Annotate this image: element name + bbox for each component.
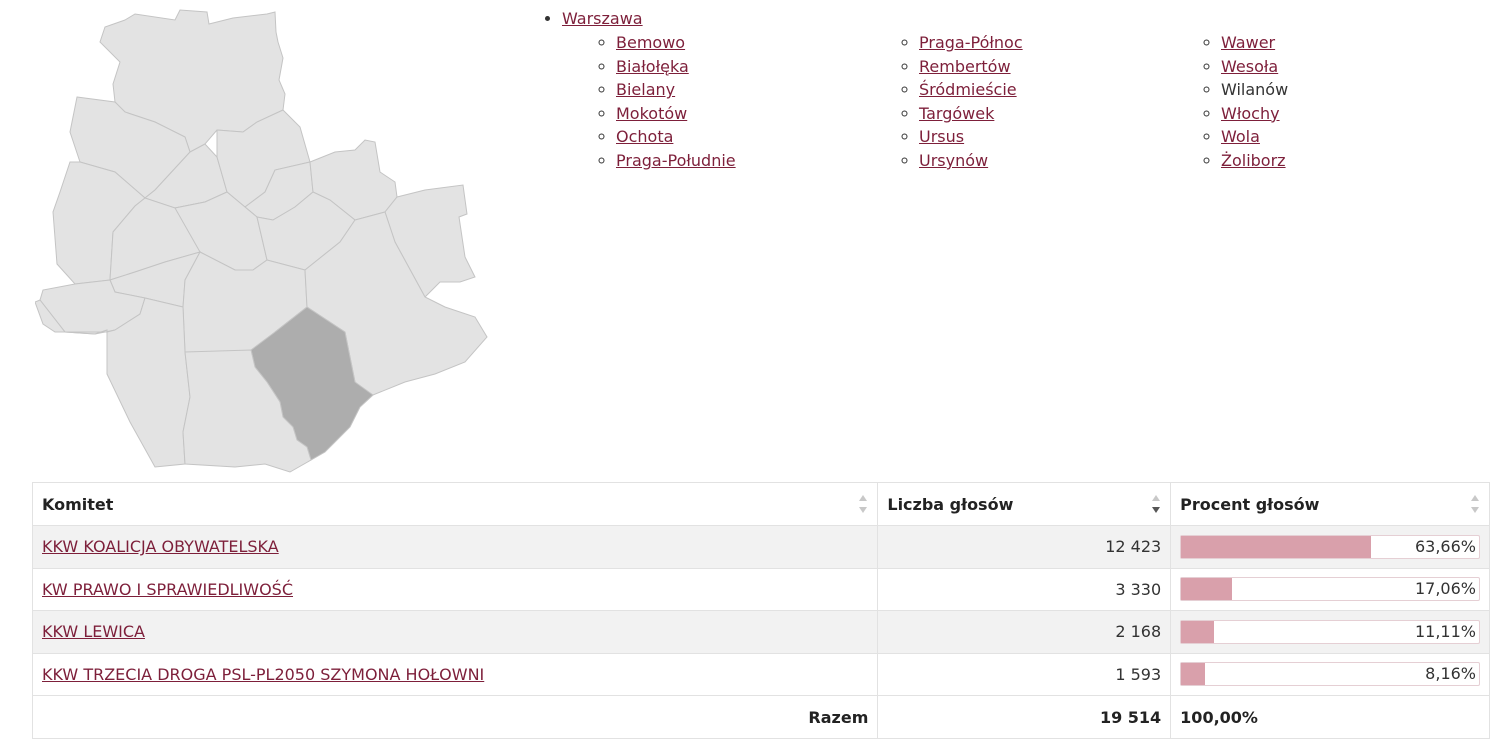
committee-cell: KKW LEWICA: [31, 610, 879, 654]
committee-link[interactable]: KKW LEWICA: [42, 622, 145, 641]
percent-bar: 11,11%: [1180, 619, 1480, 644]
percent-bar-fill: [1181, 578, 1232, 601]
district-link-ochota[interactable]: Ochota: [616, 127, 673, 146]
region-list: Warszawa Bemowo Białołęka Bielany Mokotów Oc…: [540, 8, 1500, 181]
header-committee[interactable]: Komitet: [31, 482, 879, 526]
votes-cell: 2 168: [877, 610, 1172, 654]
percent-value: 63,66%: [1414, 536, 1476, 556]
district-link-praga-północ[interactable]: Praga-Północ: [919, 33, 1023, 52]
header-percent-label: Procent głosów: [1180, 494, 1320, 514]
district-link-wesoła[interactable]: Wesoła: [1221, 57, 1278, 76]
table-header-row: Komitet Liczba głosów Procent głosów: [31, 482, 1490, 526]
district-list-item: Ursynów: [919, 149, 1023, 173]
table-row: KKW KOALICJA OBYWATELSKA 12 423 63,66%: [31, 525, 1490, 569]
district-map: [35, 2, 505, 480]
sort-icon: [859, 495, 868, 513]
district-list-item: Mokotów: [616, 102, 736, 126]
district-link-żoliborz[interactable]: Żoliborz: [1221, 151, 1286, 170]
percent-cell: 11,11%: [1170, 610, 1490, 654]
header-votes[interactable]: Liczba głosów: [877, 482, 1172, 526]
percent-bar-fill: [1181, 663, 1206, 686]
votes-cell: 1 593: [877, 652, 1172, 696]
district-list-item: Praga-Północ: [919, 31, 1023, 55]
district-list-item: Ochota: [616, 125, 736, 149]
district-column-3: Wawer Wesoła Wilanów Włochy Wola Żoliborz: [1203, 31, 1288, 173]
percent-cell: 17,06%: [1170, 567, 1490, 611]
district-link-praga-południe[interactable]: Praga-Południe: [616, 151, 736, 170]
header-votes-label: Liczba głosów: [887, 494, 1014, 514]
district-list-item: Żoliborz: [1221, 149, 1288, 173]
committee-link[interactable]: KKW TRZECIA DROGA PSL-PL2050 SZYMONA HOŁ…: [42, 665, 484, 684]
district-link-włochy[interactable]: Włochy: [1221, 104, 1280, 123]
district-list-item: Praga-Południe: [616, 149, 736, 173]
region-navigation: Warszawa Bemowo Białołęka Bielany Mokotów Oc…: [540, 8, 1500, 181]
committee-cell: KKW KOALICJA OBYWATELSKA: [31, 525, 879, 569]
district-list-item: Wola: [1221, 125, 1288, 149]
district-list-item: Włochy: [1221, 102, 1288, 126]
district-list-item: Wilanów: [1221, 78, 1288, 102]
percent-bar: 63,66%: [1180, 534, 1480, 559]
warsaw-map-svg: [35, 9, 488, 473]
district-list-item: Wawer: [1221, 31, 1288, 55]
header-committee-label: Komitet: [42, 494, 114, 514]
district-list-item: Bemowo: [616, 31, 736, 55]
district-link-wola[interactable]: Wola: [1221, 127, 1260, 146]
district-column-1: Bemowo Białołęka Bielany Mokotów Ochota Praga…: [598, 31, 736, 173]
percent-value: 8,16%: [1425, 664, 1476, 684]
committee-cell: KKW TRZECIA DROGA PSL-PL2050 SZYMONA HOŁ…: [31, 652, 879, 696]
district-link-ursus[interactable]: Ursus: [919, 127, 964, 146]
total-row: Razem 19 514 100,00%: [31, 695, 1490, 739]
percent-bar-fill: [1181, 535, 1371, 558]
results-table: Komitet Liczba głosów Procent głosów KKW…: [31, 482, 1490, 739]
district-link-ursynów[interactable]: Ursynów: [919, 151, 988, 170]
votes-cell: 3 330: [877, 567, 1172, 611]
sort-desc-icon: [1152, 495, 1161, 513]
district-columns: Bemowo Białołęka Bielany Mokotów Ochota Praga…: [562, 31, 1500, 181]
district-list-item: Wesoła: [1221, 55, 1288, 79]
district-list-item: Śródmieście: [919, 78, 1023, 102]
header-percent[interactable]: Procent głosów: [1170, 482, 1490, 526]
table-row: KKW TRZECIA DROGA PSL-PL2050 SZYMONA HOŁ…: [31, 652, 1490, 696]
district-link-targówek[interactable]: Targówek: [919, 104, 994, 123]
city-link-warszawa[interactable]: Warszawa: [562, 9, 643, 28]
district-link-śródmieście[interactable]: Śródmieście: [919, 80, 1017, 99]
percent-cell: 8,16%: [1170, 652, 1490, 696]
district-list-item: Białołęka: [616, 55, 736, 79]
total-percent: 100,00%: [1170, 695, 1490, 739]
district-link-rembertów[interactable]: Rembertów: [919, 57, 1011, 76]
percent-value: 17,06%: [1414, 579, 1476, 599]
total-votes: 19 514: [877, 695, 1172, 739]
region-item-warszawa: Warszawa Bemowo Białołęka Bielany Mokotów Oc…: [562, 8, 1500, 181]
percent-bar-fill: [1181, 620, 1215, 643]
district-list-item: Ursus: [919, 125, 1023, 149]
district-list-item: Rembertów: [919, 55, 1023, 79]
district-column-2: Praga-Północ Rembertów Śródmieście Targówek…: [901, 31, 1023, 173]
table-row: KKW LEWICA 2 168 11,11%: [31, 610, 1490, 654]
committee-link[interactable]: KW PRAWO I SPRAWIEDLIWOŚĆ: [42, 580, 293, 599]
district-link-białołęka[interactable]: Białołęka: [616, 57, 689, 76]
district-list-item: Targówek: [919, 102, 1023, 126]
committee-cell: KW PRAWO I SPRAWIEDLIWOŚĆ: [31, 567, 879, 611]
district-link-bielany[interactable]: Bielany: [616, 80, 675, 99]
district-list-item: Bielany: [616, 78, 736, 102]
votes-cell: 12 423: [877, 525, 1172, 569]
percent-value: 11,11%: [1414, 621, 1476, 641]
district-link-wawer[interactable]: Wawer: [1221, 33, 1275, 52]
total-label: Razem: [31, 695, 879, 739]
district-link-mokotów[interactable]: Mokotów: [616, 104, 687, 123]
percent-bar: 17,06%: [1180, 577, 1480, 602]
district-link-bemowo[interactable]: Bemowo: [616, 33, 685, 52]
committee-link[interactable]: KKW KOALICJA OBYWATELSKA: [42, 537, 279, 556]
results-body: KKW KOALICJA OBYWATELSKA 12 423 63,66% KW P…: [31, 525, 1490, 696]
table-row: KW PRAWO I SPRAWIEDLIWOŚĆ 3 330 17,06%: [31, 567, 1490, 611]
district-link-wilanów: Wilanów: [1221, 80, 1289, 100]
percent-bar: 8,16%: [1180, 662, 1480, 687]
sort-icon: [1471, 495, 1479, 513]
percent-cell: 63,66%: [1170, 525, 1490, 569]
